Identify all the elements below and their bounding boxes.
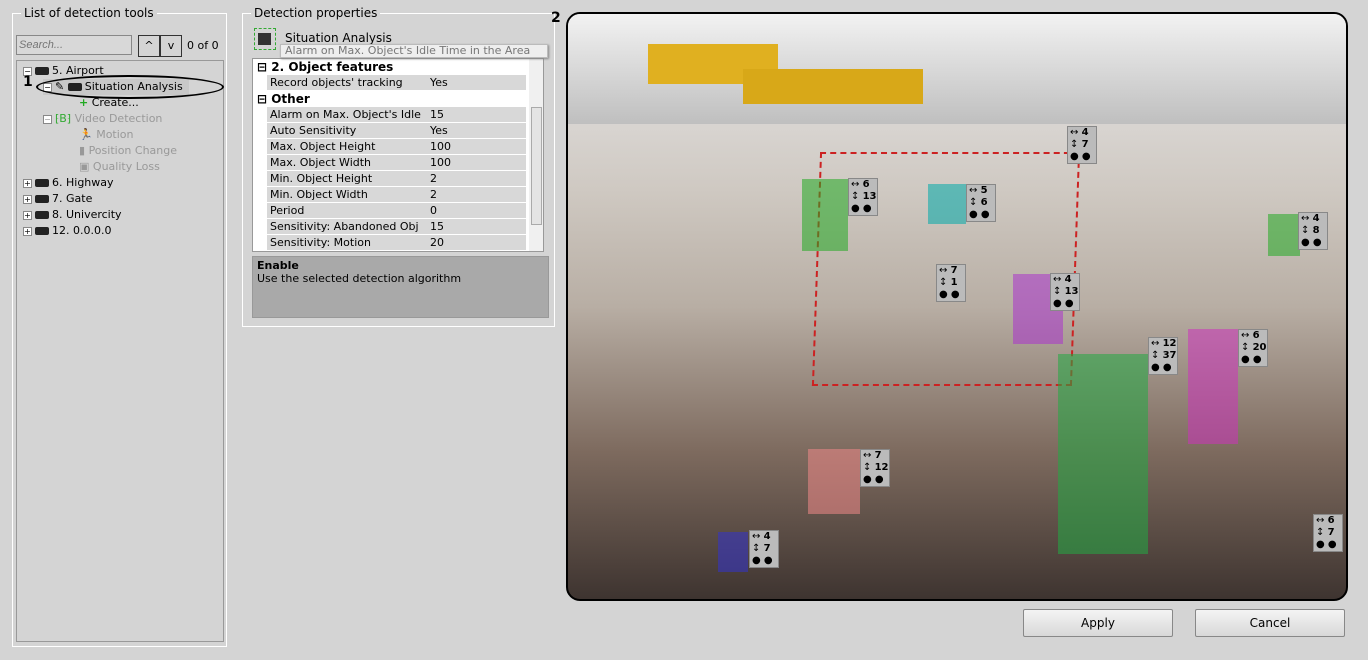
panel-title: Detection properties xyxy=(251,6,381,20)
tooltip: Alarm on Max. Object's Idle Time in the … xyxy=(280,44,548,58)
object-size-label: ↔ 6 ↕ 7 ● ● xyxy=(1313,514,1343,552)
property-row[interactable]: Record objects' tracking Yes xyxy=(253,75,526,91)
annotation-2: 2 xyxy=(551,10,561,26)
category-object-features[interactable]: ⊟ 2. Object features xyxy=(253,60,393,74)
object-size-label: ↔ 4 ↕ 7 ● ● xyxy=(749,530,779,568)
object-size-label: ↔ 4 ↕ 7 ● ● xyxy=(1067,126,1097,164)
property-row[interactable]: Max. Object Height 100 xyxy=(253,139,526,155)
camera-icon xyxy=(35,195,49,203)
tree-item-position-change[interactable]: ▮ Position Change xyxy=(79,143,177,159)
camera-icon xyxy=(35,211,49,219)
object-size-label: ↔ 6 ↕ 13 ● ● xyxy=(848,178,878,216)
tree-item-gate[interactable]: +7. Gate xyxy=(23,191,92,207)
video-preview[interactable]: ↔ 4 ↕ 7 ● ● ↔ 6 ↕ 13 ● ● ↔ 5 ↕ 6 ● ● ↔ 7 ↕ 1 ● ● ↔ 4… xyxy=(566,12,1348,601)
search-counter: 0 of 0 xyxy=(187,39,219,52)
tool-name: Situation Analysis xyxy=(285,31,392,45)
property-row[interactable]: Auto Sensitivity Yes xyxy=(253,123,526,139)
detection-icon: ⁅B⁆ xyxy=(55,112,72,125)
property-row[interactable]: Min. Object Height 2 xyxy=(253,171,526,187)
tools-tree[interactable]: −5. Airport − ✎ Situation Analysis + Crea… xyxy=(16,60,224,642)
annotation-1: 1 xyxy=(23,74,33,90)
object-size-label: ↔ 5 ↕ 6 ● ● xyxy=(966,184,996,222)
position-icon: ▮ xyxy=(79,144,86,157)
tree-item-video-detection[interactable]: − ⁅B⁆ Video Detection xyxy=(43,111,162,127)
property-row[interactable]: Max. Object Width 100 xyxy=(253,155,526,171)
object-box xyxy=(1188,329,1238,444)
monitor-icon: ▣ xyxy=(79,160,90,173)
object-size-label: ↔ 6 ↕ 20 ● ● xyxy=(1238,329,1268,367)
tree-item-12[interactable]: +12. 0.0.0.0 xyxy=(23,223,111,239)
description-text: Use the selected detection algorithm xyxy=(257,272,462,285)
plus-icon: + xyxy=(79,96,89,109)
description-panel: Enable Use the selected detection algori… xyxy=(252,256,549,318)
running-icon: 🏃 xyxy=(79,128,93,141)
property-row[interactable]: Alarm on Max. Object's Idle 15 xyxy=(253,107,526,123)
camera-icon xyxy=(35,67,49,75)
tool-icon xyxy=(254,28,276,50)
category-other[interactable]: ⊟ Other xyxy=(253,92,310,106)
object-box xyxy=(1268,214,1300,256)
object-box xyxy=(802,179,848,251)
object-box xyxy=(928,184,966,224)
tree-item-motion[interactable]: 🏃 Motion xyxy=(79,127,134,143)
object-box xyxy=(718,532,748,572)
property-row[interactable]: Min. Object Width 2 xyxy=(253,187,526,203)
cancel-button[interactable]: Cancel xyxy=(1195,609,1345,637)
search-prev-button[interactable]: ^ xyxy=(138,35,160,57)
tree-item-univercity[interactable]: +8. Univercity xyxy=(23,207,122,223)
camera-icon xyxy=(35,227,49,235)
object-size-label: ↔ 4 ↕ 13 ● ● xyxy=(1050,273,1080,311)
panel-title: List of detection tools xyxy=(21,6,157,20)
grid-scrollbar[interactable] xyxy=(529,59,543,251)
tree-item-quality-loss[interactable]: ▣ Quality Loss xyxy=(79,159,160,175)
sign-yellow xyxy=(743,69,923,104)
property-row[interactable]: Sensitivity: Abandoned Obj 15 xyxy=(253,219,526,235)
object-box xyxy=(808,449,860,514)
search-next-button[interactable]: v xyxy=(160,35,182,57)
object-size-label: ↔ 7 ↕ 12 ● ● xyxy=(860,449,890,487)
tree-item-highway[interactable]: +6. Highway xyxy=(23,175,114,191)
object-size-label: ↔ 4 ↕ 8 ● ● xyxy=(1298,212,1328,250)
object-size-label: ↔ 12 ↕ 37 ● ● xyxy=(1148,337,1178,375)
apply-button[interactable]: Apply xyxy=(1023,609,1173,637)
object-size-label: ↔ 7 ↕ 1 ● ● xyxy=(936,264,966,302)
highlight-ellipse xyxy=(36,75,224,99)
object-box xyxy=(1058,354,1148,554)
property-grid[interactable]: ⊟ 2. Object features Record objects' tra… xyxy=(252,58,544,252)
property-row[interactable]: Sensitivity: Motion 20 xyxy=(253,235,526,251)
search-input[interactable] xyxy=(16,35,132,55)
description-title: Enable xyxy=(257,259,299,272)
camera-icon xyxy=(35,179,49,187)
property-row[interactable]: Period 0 xyxy=(253,203,526,219)
